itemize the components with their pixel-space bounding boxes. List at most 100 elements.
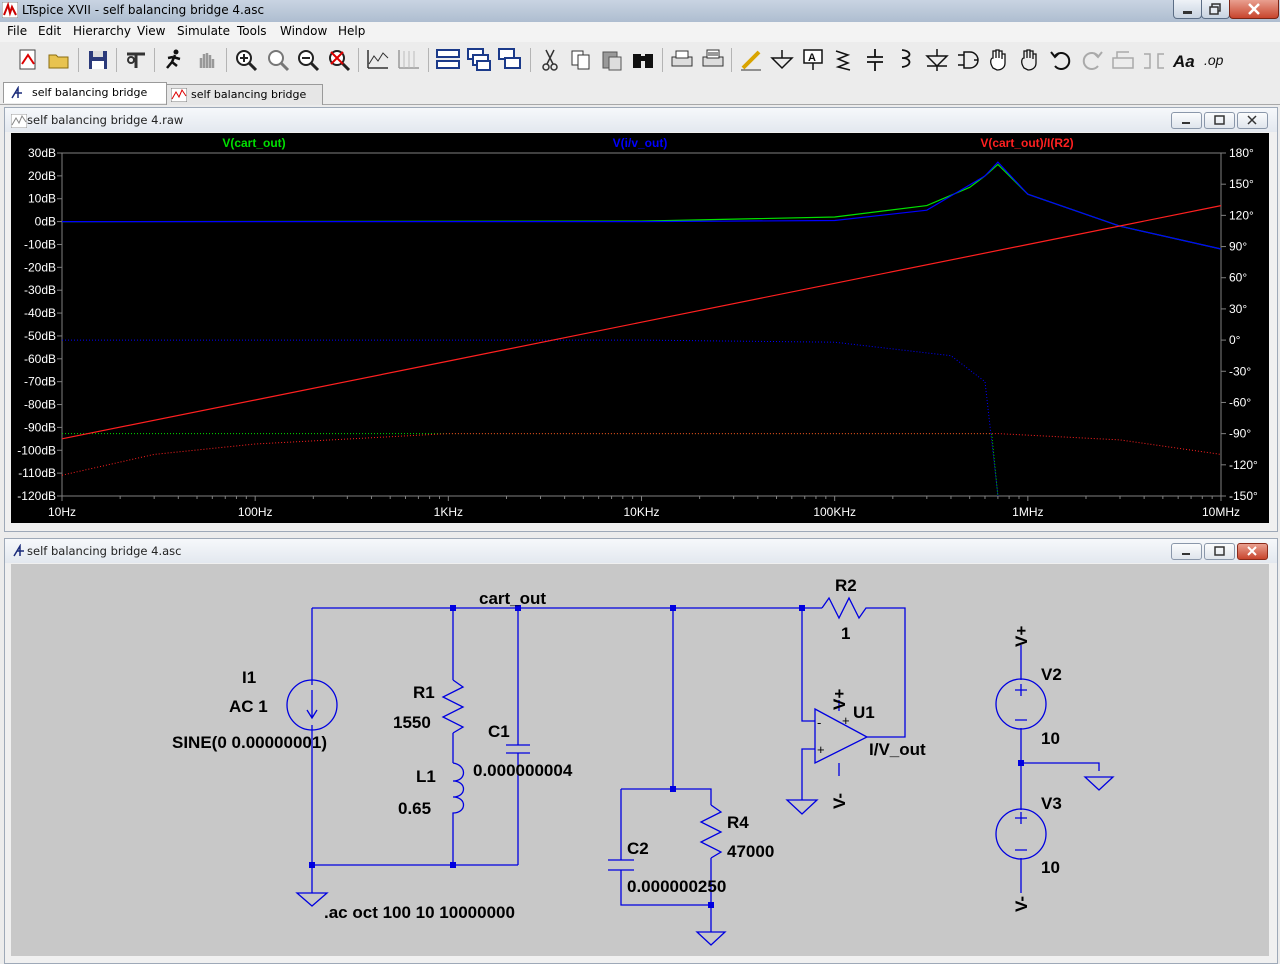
waveform-window-icon bbox=[11, 114, 27, 128]
bode-plot-chart[interactable]: 30dB 20dB 10dB 0dB -10dB -20dB -30dB -40dB -50dB… bbox=[11, 133, 1269, 523]
zoom-in-icon[interactable] bbox=[232, 46, 260, 74]
halt-icon[interactable] bbox=[192, 46, 220, 74]
c1-value[interactable]: 0.000000004 bbox=[473, 761, 573, 780]
waveform-plot[interactable]: 30dB 20dB 10dB 0dB -10dB -20dB -30dB -40dB -50dB… bbox=[11, 133, 1269, 523]
inductor-icon[interactable] bbox=[892, 46, 920, 74]
v3-value[interactable]: 10 bbox=[1041, 858, 1060, 877]
mirror-icon[interactable] bbox=[1140, 46, 1168, 74]
c1-ref[interactable]: C1 bbox=[488, 722, 510, 741]
v2-net-label[interactable]: V+ bbox=[1012, 626, 1031, 647]
schematic-close-button[interactable] bbox=[1237, 543, 1268, 560]
y-tick-label: -40dB bbox=[24, 306, 56, 320]
r2-value[interactable]: 1 bbox=[841, 624, 850, 643]
open-folder-icon[interactable] bbox=[45, 46, 73, 74]
y2-tick-label: -60° bbox=[1229, 395, 1251, 409]
maximize-button[interactable] bbox=[1201, 0, 1230, 19]
control-panel-icon[interactable] bbox=[122, 46, 150, 74]
waveform-maximize-button[interactable] bbox=[1204, 112, 1235, 129]
diode-icon[interactable] bbox=[923, 46, 951, 74]
c2-value[interactable]: 0.000000250 bbox=[627, 877, 726, 896]
cascade-icon[interactable] bbox=[465, 46, 493, 74]
r4-value[interactable]: 47000 bbox=[727, 842, 774, 861]
y2-tick-label: 180° bbox=[1229, 146, 1254, 160]
draw-wire-icon[interactable] bbox=[737, 46, 765, 74]
find-icon[interactable] bbox=[629, 46, 657, 74]
grid-icon[interactable] bbox=[395, 46, 423, 74]
pan-icon[interactable] bbox=[264, 46, 292, 74]
c2-ref[interactable]: C2 bbox=[627, 839, 649, 858]
v2-value[interactable]: 10 bbox=[1041, 729, 1060, 748]
r1-value[interactable]: 1550 bbox=[393, 713, 431, 732]
v3-ref[interactable]: V3 bbox=[1041, 794, 1062, 813]
zoom-out-icon[interactable] bbox=[294, 46, 322, 74]
x-tick-label: 1KHz bbox=[434, 505, 463, 519]
ground-icon[interactable] bbox=[768, 46, 796, 74]
drag-icon[interactable] bbox=[1016, 46, 1044, 74]
ground-symbol bbox=[785, 799, 819, 815]
menu-tools[interactable]: Tools bbox=[237, 24, 267, 38]
y-tick-label: -20dB bbox=[24, 260, 56, 274]
tab-waveform[interactable]: self balancing bridge 4.raw bbox=[166, 84, 323, 121]
tile-horizontal-icon[interactable] bbox=[434, 46, 462, 74]
run-icon[interactable] bbox=[160, 46, 188, 74]
waveform-close-button[interactable] bbox=[1237, 112, 1268, 129]
close-window-button[interactable] bbox=[1229, 0, 1279, 19]
menu-view[interactable]: View bbox=[137, 24, 165, 38]
component-icon[interactable] bbox=[954, 46, 982, 74]
rotate-icon[interactable] bbox=[1109, 46, 1137, 74]
phase-curve bbox=[62, 433, 999, 497]
close-all-icon[interactable] bbox=[496, 46, 524, 74]
u1-vplus-label[interactable]: V+ bbox=[830, 689, 849, 710]
i1-ref[interactable]: I1 bbox=[242, 668, 256, 687]
print-setup-icon[interactable] bbox=[668, 46, 696, 74]
schematic-maximize-button[interactable] bbox=[1204, 543, 1235, 560]
r1-ref[interactable]: R1 bbox=[413, 683, 435, 702]
net-label-cart-out[interactable]: cart_out bbox=[479, 589, 546, 608]
print-icon[interactable] bbox=[699, 46, 727, 74]
save-icon[interactable] bbox=[84, 46, 112, 74]
autorange-icon[interactable] bbox=[364, 46, 392, 74]
paste-icon[interactable] bbox=[598, 46, 626, 74]
menu-hierarchy[interactable]: Hierarchy bbox=[73, 24, 131, 38]
u1-vminus-label[interactable]: V- bbox=[830, 793, 849, 809]
menu-window[interactable]: Window bbox=[280, 24, 327, 38]
capacitor-icon[interactable] bbox=[861, 46, 889, 74]
menu-help[interactable]: Help bbox=[338, 24, 365, 38]
r2-ref[interactable]: R2 bbox=[835, 576, 857, 595]
minimize-button[interactable] bbox=[1173, 0, 1202, 19]
undo-icon[interactable] bbox=[1047, 46, 1075, 74]
i1-extra[interactable]: SINE(0 0.00000001) bbox=[172, 733, 327, 752]
l1-value[interactable]: 0.65 bbox=[398, 799, 431, 818]
minimize-icon bbox=[1182, 122, 1190, 124]
r4-ref[interactable]: R4 bbox=[727, 813, 749, 832]
cut-icon[interactable] bbox=[536, 46, 564, 74]
label-net-icon[interactable]: A bbox=[799, 46, 827, 74]
menu-file[interactable]: File bbox=[7, 24, 27, 38]
v3-net-label[interactable]: V- bbox=[1012, 896, 1031, 912]
schematic-minimize-button[interactable] bbox=[1171, 543, 1202, 560]
waveform-minimize-button[interactable] bbox=[1171, 112, 1202, 129]
redo-icon[interactable] bbox=[1078, 46, 1106, 74]
schematic-canvas[interactable]: cart_out I1 AC 1 SINE(0 0.00000001) R1 1… bbox=[11, 564, 1269, 956]
u1-ref[interactable]: U1 bbox=[853, 703, 875, 722]
magnitude-curve bbox=[62, 161, 1222, 250]
v2-ref[interactable]: V2 bbox=[1041, 665, 1062, 684]
l1-ref[interactable]: L1 bbox=[416, 767, 436, 786]
tab-schematic[interactable]: self balancing bridge 4.asc bbox=[3, 82, 167, 119]
ac-directive[interactable]: .ac oct 100 10 10000000 bbox=[324, 903, 515, 922]
schematic-drawing[interactable]: cart_out I1 AC 1 SINE(0 0.00000001) R1 1… bbox=[11, 564, 1269, 956]
u1-output-label[interactable]: I/V_out bbox=[869, 740, 926, 759]
copy-icon[interactable] bbox=[567, 46, 595, 74]
junction-dot bbox=[670, 605, 676, 611]
move-icon[interactable] bbox=[985, 46, 1013, 74]
minimize-icon bbox=[1182, 553, 1190, 555]
menu-simulate[interactable]: Simulate bbox=[177, 24, 230, 38]
i1-value[interactable]: AC 1 bbox=[229, 697, 268, 716]
close-icon bbox=[1247, 115, 1257, 125]
menu-edit[interactable]: Edit bbox=[38, 24, 61, 38]
text-icon[interactable]: Aa bbox=[1171, 46, 1199, 74]
new-schematic-icon[interactable] bbox=[14, 46, 42, 74]
resistor-icon[interactable] bbox=[830, 46, 858, 74]
zoom-fit-icon[interactable] bbox=[325, 46, 353, 74]
spice-directive-icon[interactable]: .op bbox=[1202, 46, 1230, 74]
